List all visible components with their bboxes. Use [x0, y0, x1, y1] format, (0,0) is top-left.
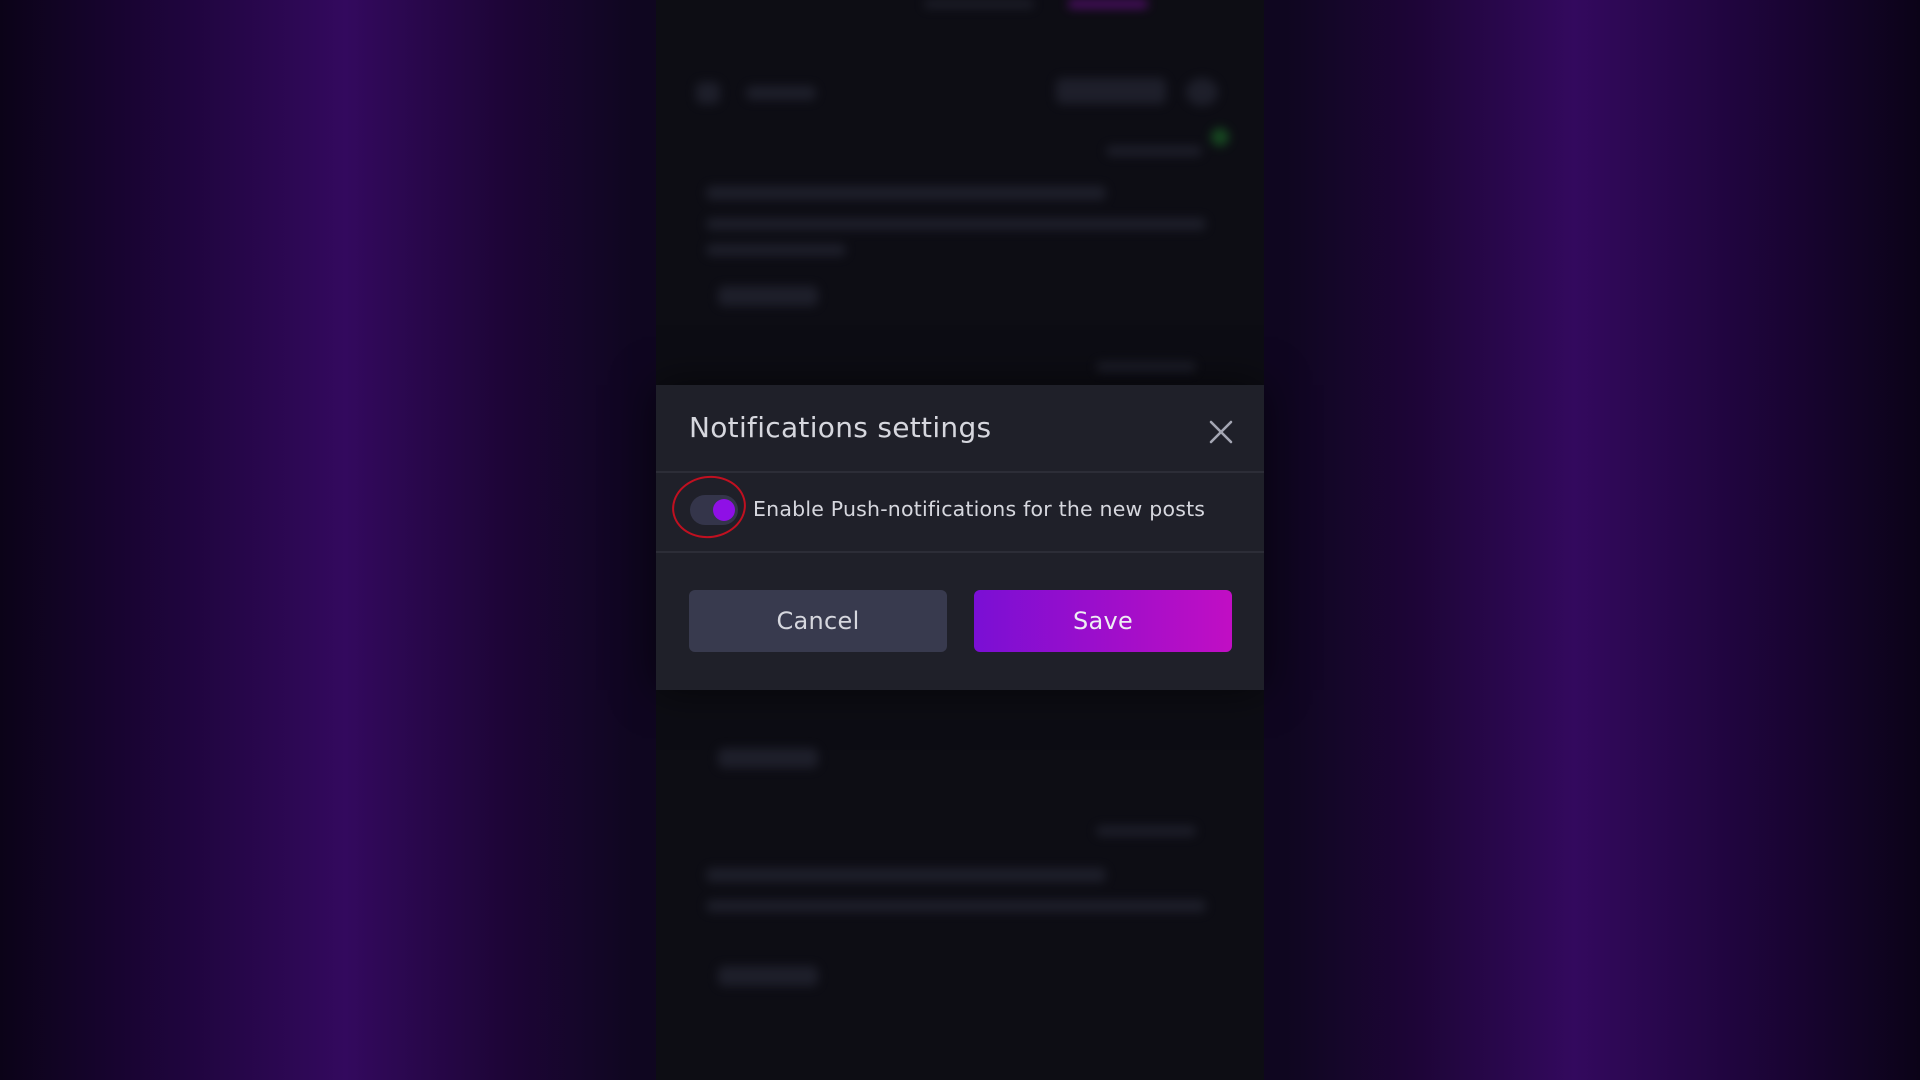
- push-notifications-toggle[interactable]: [690, 495, 738, 525]
- dialog-header: Notifications settings: [656, 385, 1264, 473]
- toggle-knob: [713, 499, 735, 521]
- push-notifications-label: Enable Push-notifications for the new po…: [753, 497, 1206, 521]
- close-icon[interactable]: [1204, 415, 1238, 449]
- notifications-settings-dialog: Notifications settings Enable Push-notif…: [656, 385, 1264, 690]
- dialog-title: Notifications settings: [689, 411, 992, 444]
- save-button[interactable]: Save: [974, 590, 1232, 652]
- push-notifications-row: Enable Push-notifications for the new po…: [656, 471, 1264, 553]
- cancel-button[interactable]: Cancel: [689, 590, 947, 652]
